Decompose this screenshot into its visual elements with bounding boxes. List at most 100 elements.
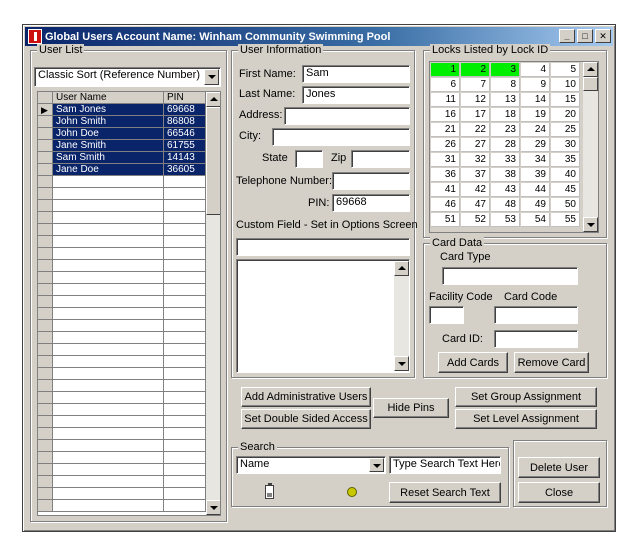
table-row[interactable]: [38, 332, 206, 344]
lock-cell[interactable]: 49: [521, 198, 550, 212]
cell-pin[interactable]: [164, 248, 206, 260]
row-indicator[interactable]: [38, 500, 53, 512]
cell-pin[interactable]: [164, 356, 206, 368]
cell-username[interactable]: [53, 404, 164, 416]
table-row[interactable]: [38, 488, 206, 500]
sort-select[interactable]: Classic Sort (Reference Number): [34, 67, 221, 87]
minimize-button[interactable]: _: [559, 29, 575, 43]
cell-username[interactable]: Sam Smith: [53, 152, 164, 164]
table-row[interactable]: John Smith 86808: [38, 116, 206, 128]
close-window-button[interactable]: ✕: [595, 29, 611, 43]
notes-scroll-up[interactable]: [394, 261, 409, 276]
lock-cell[interactable]: 27: [461, 138, 490, 152]
row-indicator[interactable]: [38, 128, 53, 140]
scroll-up-button[interactable]: [206, 92, 220, 107]
chevron-down-icon[interactable]: [369, 458, 384, 472]
lock-cell[interactable]: 23: [491, 123, 520, 137]
cell-pin[interactable]: 14143: [164, 152, 206, 164]
lock-cell[interactable]: 51: [431, 213, 460, 227]
table-row[interactable]: [38, 356, 206, 368]
cell-username[interactable]: [53, 344, 164, 356]
lock-cell[interactable]: 31: [431, 153, 460, 167]
table-row[interactable]: [38, 212, 206, 224]
address-field[interactable]: [284, 107, 410, 125]
cell-username[interactable]: [53, 248, 164, 260]
lock-cell[interactable]: 30: [551, 138, 580, 152]
lock-cell[interactable]: 43: [491, 183, 520, 197]
cell-pin[interactable]: [164, 212, 206, 224]
lock-cell[interactable]: 53: [491, 213, 520, 227]
row-indicator[interactable]: [38, 356, 53, 368]
cell-username[interactable]: [53, 308, 164, 320]
row-indicator[interactable]: [38, 320, 53, 332]
cell-pin[interactable]: [164, 344, 206, 356]
table-row[interactable]: [38, 452, 206, 464]
lock-cell[interactable]: 35: [551, 153, 580, 167]
cell-pin[interactable]: [164, 404, 206, 416]
scroll-thumb[interactable]: [206, 107, 220, 215]
scroll-down-button[interactable]: [206, 500, 220, 515]
cell-username[interactable]: [53, 368, 164, 380]
cell-username[interactable]: [53, 284, 164, 296]
lock-cell[interactable]: 39: [521, 168, 550, 182]
row-indicator[interactable]: [38, 476, 53, 488]
row-indicator[interactable]: [38, 308, 53, 320]
remove-card-button[interactable]: Remove Card: [514, 352, 589, 373]
hide-pins-button[interactable]: Hide Pins: [373, 398, 449, 418]
row-indicator[interactable]: [38, 332, 53, 344]
table-row[interactable]: [38, 320, 206, 332]
table-row[interactable]: [38, 272, 206, 284]
lock-cell[interactable]: 40: [551, 168, 580, 182]
cell-pin[interactable]: [164, 296, 206, 308]
row-indicator[interactable]: [38, 284, 53, 296]
cell-pin[interactable]: [164, 332, 206, 344]
cell-pin[interactable]: [164, 476, 206, 488]
lock-cell[interactable]: 25: [551, 123, 580, 137]
cell-pin[interactable]: [164, 176, 206, 188]
table-row[interactable]: [38, 404, 206, 416]
cell-pin[interactable]: 36605: [164, 164, 206, 176]
lock-cell[interactable]: 46: [431, 198, 460, 212]
search-field-select[interactable]: Name: [236, 456, 386, 474]
row-indicator[interactable]: [38, 200, 53, 212]
set-level-assignment-button[interactable]: Set Level Assignment: [455, 409, 597, 429]
table-row[interactable]: [38, 464, 206, 476]
table-row[interactable]: [38, 224, 206, 236]
table-row[interactable]: [38, 296, 206, 308]
cell-pin[interactable]: 61755: [164, 140, 206, 152]
search-input[interactable]: Type Search Text Here: [389, 456, 501, 474]
lock-cell[interactable]: 28: [491, 138, 520, 152]
lock-cell[interactable]: 13: [491, 93, 520, 107]
row-indicator[interactable]: [38, 392, 53, 404]
row-indicator[interactable]: [38, 296, 53, 308]
cell-username[interactable]: [53, 464, 164, 476]
cell-username[interactable]: [53, 272, 164, 284]
cell-username[interactable]: [53, 380, 164, 392]
pin-field[interactable]: 69668: [332, 194, 410, 212]
lock-cell[interactable]: 37: [461, 168, 490, 182]
table-row[interactable]: John Doe 66546: [38, 128, 206, 140]
lock-cell[interactable]: 6: [431, 78, 460, 92]
row-indicator[interactable]: [38, 176, 53, 188]
lock-cell[interactable]: 34: [521, 153, 550, 167]
cell-username[interactable]: [53, 200, 164, 212]
table-row[interactable]: [38, 428, 206, 440]
lock-cell[interactable]: 41: [431, 183, 460, 197]
cell-pin[interactable]: [164, 416, 206, 428]
cell-username[interactable]: [53, 224, 164, 236]
row-indicator[interactable]: [38, 116, 53, 128]
table-row[interactable]: [38, 200, 206, 212]
cell-username[interactable]: [53, 488, 164, 500]
cell-pin[interactable]: [164, 380, 206, 392]
cell-username[interactable]: [53, 236, 164, 248]
row-indicator[interactable]: [38, 404, 53, 416]
lock-cell[interactable]: 50: [551, 198, 580, 212]
facility-code-field[interactable]: [429, 306, 464, 324]
cell-pin[interactable]: [164, 236, 206, 248]
table-row[interactable]: Sam Smith 14143: [38, 152, 206, 164]
card-id-field[interactable]: [494, 330, 578, 348]
locks-scroll-up[interactable]: [583, 62, 598, 77]
table-row[interactable]: [38, 188, 206, 200]
table-row[interactable]: [38, 260, 206, 272]
cell-pin[interactable]: [164, 272, 206, 284]
